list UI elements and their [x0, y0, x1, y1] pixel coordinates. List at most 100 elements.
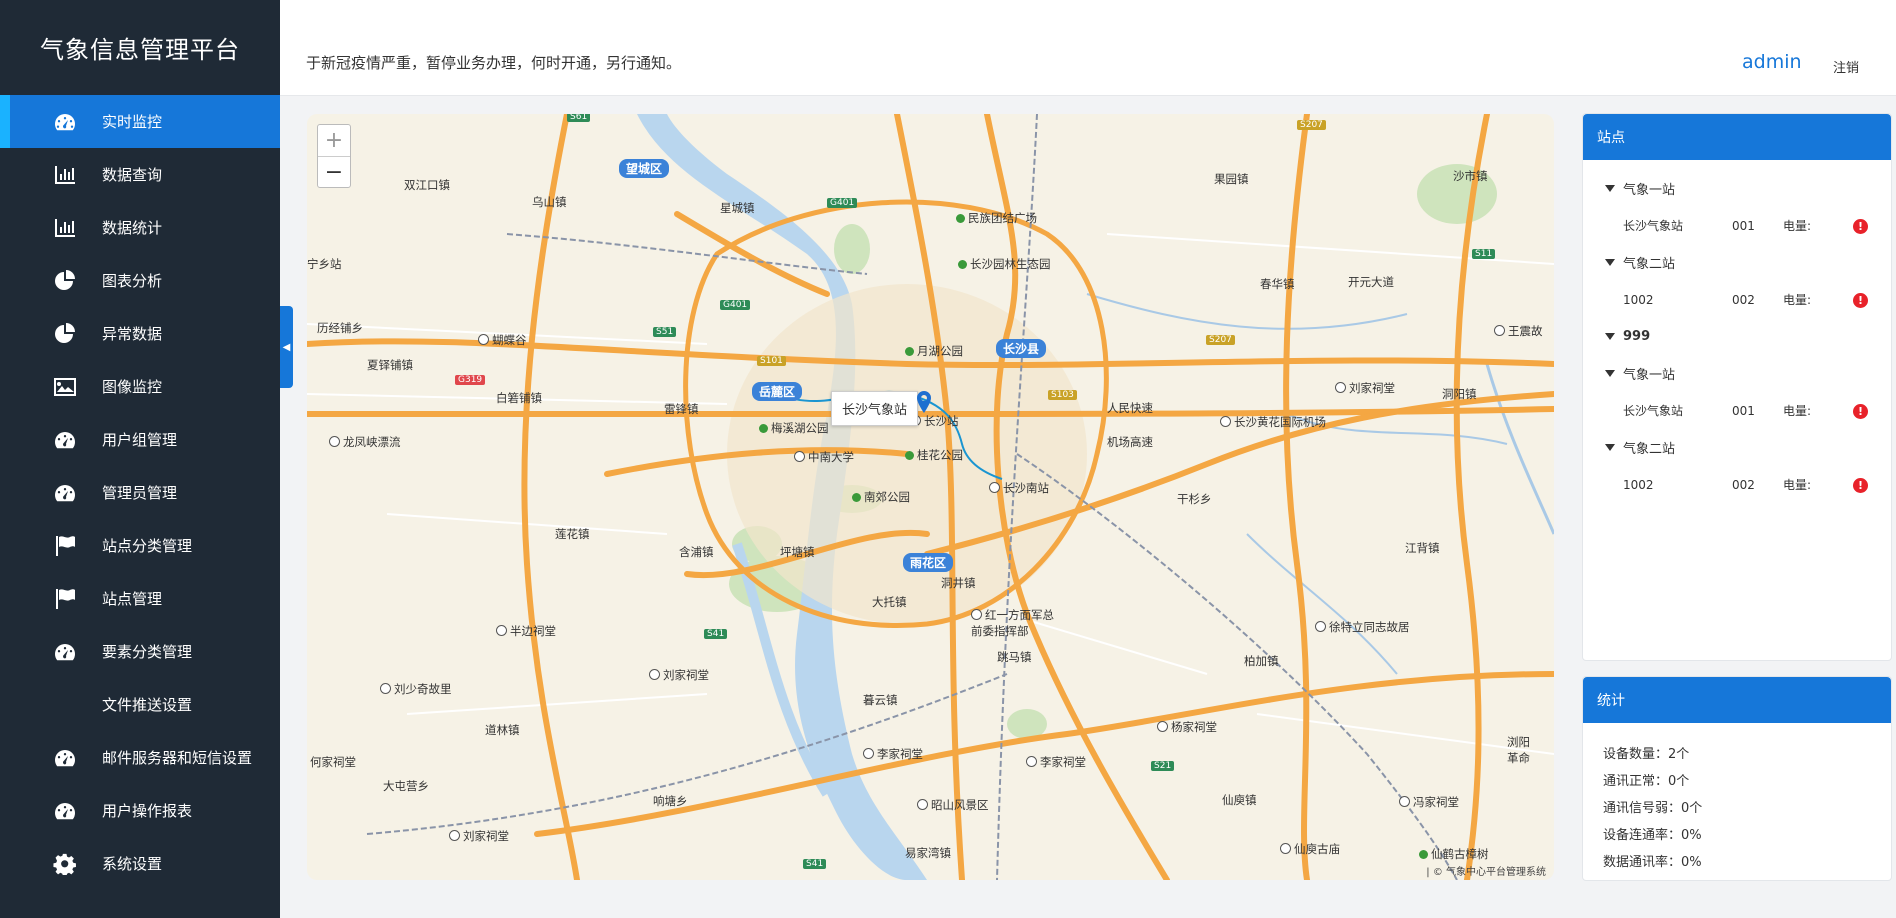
map-label-poi: 刘家祠堂 [649, 667, 709, 683]
tree-group-label: 气象二站 [1623, 442, 1676, 457]
map-label-park: 仙鹤古樟树 [1419, 846, 1489, 862]
map-label: 白箬铺镇 [496, 391, 542, 405]
map-label-poi: 昭山风景区 [917, 797, 989, 813]
tree-leaf-station[interactable]: 1002 002 电量: ! [1583, 466, 1891, 503]
caret-left-icon: ◀ [282, 341, 291, 353]
map-label: 柏加镇 [1244, 654, 1279, 668]
sidebar-item-chart-analysis[interactable]: 图表分析 [0, 254, 280, 307]
map-base-layer [307, 114, 1554, 880]
map-label-district: 岳麓区 [752, 382, 803, 401]
tree-leaf-station[interactable]: 1002 002 电量: ! [1583, 281, 1891, 318]
sidebar-item-label: 图表分析 [102, 272, 163, 290]
map-label: 历经铺乡 [317, 321, 363, 335]
road-shield: G319 [455, 375, 486, 385]
sidebar-item-admin[interactable]: 管理员管理 [0, 466, 280, 519]
map-label-poi: 中南大学 [794, 449, 854, 465]
sidebar-item-label: 系统设置 [102, 855, 163, 873]
sidebar-item-user-report[interactable]: 用户操作报表 [0, 784, 280, 837]
map-label-district: 望城区 [619, 159, 670, 178]
notice-text: 于新冠疫情严重，暂停业务办理，何时开通，另行通知。 [306, 54, 682, 72]
map-label: 暮云镇 [863, 693, 898, 707]
map-label-poi: 仙庾古庙 [1280, 841, 1340, 857]
dashboard-icon [52, 429, 78, 451]
road-shield: S61 [567, 114, 591, 122]
map-label-district: 长沙县 [996, 339, 1047, 358]
map-label-poi: 刘家祠堂 [449, 828, 509, 844]
road-shield: S21 [1151, 761, 1175, 771]
sidebar-item-data-query[interactable]: 数据查询 [0, 148, 280, 201]
stations-panel-title: 站点 [1583, 114, 1891, 160]
map-label: 双江口镇 [404, 178, 450, 192]
tree-leaf-station[interactable]: 长沙气象站 001 电量: ! [1583, 392, 1891, 429]
station-power: 电量: [1783, 404, 1812, 418]
user-name-link[interactable]: admin [1742, 51, 1802, 73]
map-label: 开元大道 [1348, 275, 1394, 289]
map-label: 乌山镇 [532, 195, 567, 209]
station-code: 002 [1732, 477, 1755, 492]
sidebar-item-station[interactable]: 站点管理 [0, 572, 280, 625]
map-label-poi: 王震故 [1494, 323, 1543, 339]
pie-chart-icon [52, 322, 78, 345]
station-power: 电量: [1783, 219, 1812, 233]
sidebar-item-file-push[interactable]: 文件推送设置 [0, 678, 280, 731]
map-label-poi: 李家祠堂 [863, 746, 923, 762]
zoom-in-button[interactable]: + [318, 125, 350, 156]
top-header: 于新冠疫情严重，暂停业务办理，何时开通，另行通知。 admin 注销 [280, 0, 1896, 96]
stat-device-count: 设备数量：2个 [1603, 747, 1690, 762]
sidebar-item-label: 用户操作报表 [102, 802, 193, 820]
stat-comm-normal: 通讯正常：0个 [1603, 774, 1690, 789]
sidebar-item-label: 邮件服务器和短信设置 [102, 749, 253, 767]
stat-comm-weak: 通讯信号弱：0个 [1603, 801, 1703, 816]
sidebar-item-label: 管理员管理 [102, 484, 178, 502]
stat-connect-rate: 设备连通率：0% [1603, 828, 1702, 843]
station-power: 电量: [1783, 293, 1812, 307]
station-code: 001 [1732, 403, 1755, 418]
zoom-out-button[interactable]: − [318, 156, 350, 187]
sidebar-item-image-monitor[interactable]: 图像监控 [0, 360, 280, 413]
alert-icon: ! [1853, 293, 1868, 308]
map-label-poi: 半边祠堂 [496, 623, 556, 639]
app-title: 气象信息管理平台 [40, 36, 240, 64]
sidebar-item-user-group[interactable]: 用户组管理 [0, 413, 280, 466]
sidebar-item-station-category[interactable]: 站点分类管理 [0, 519, 280, 572]
tree-group[interactable]: 气象二站 [1583, 429, 1891, 466]
tree-group[interactable]: 999 [1583, 318, 1891, 355]
tree-leaf-station[interactable]: 长沙气象站 001 电量: ! [1583, 207, 1891, 244]
flag-icon [52, 588, 78, 610]
caret-down-icon [1605, 444, 1615, 451]
station-name: 长沙气象站 [1623, 404, 1684, 418]
map-label: 洞阳镇 [1442, 387, 1477, 401]
map-label-park: 桂花公园 [905, 447, 963, 463]
sidebar-item-system-settings[interactable]: 系统设置 [0, 837, 280, 890]
map-label-poi: 长沙南站 [989, 480, 1049, 496]
tree-group-label: 气象一站 [1623, 183, 1676, 198]
map-view[interactable]: + − S61 G401 S51 G401 S101 G319 S103 S20… [307, 114, 1554, 880]
station-power: 电量: [1783, 478, 1812, 492]
map-label: 机场高速 [1107, 435, 1153, 449]
caret-down-icon [1605, 185, 1615, 192]
road-shield: S11 [1472, 249, 1496, 259]
map-copyright: | © 气象中心平台管理系统 [1426, 867, 1546, 878]
sidebar-collapse-handle[interactable]: ◀ [280, 306, 293, 388]
map-pin-icon[interactable] [917, 391, 931, 413]
station-code: 002 [1732, 292, 1755, 307]
map-label: 含浦镇 [679, 545, 714, 559]
map-label-poi: 徐特立同志故居 [1315, 619, 1410, 635]
sidebar-item-label: 数据查询 [102, 166, 163, 184]
tree-group[interactable]: 气象一站 [1583, 355, 1891, 392]
tree-group[interactable]: 气象二站 [1583, 244, 1891, 281]
map-label: 跳马镇 [997, 650, 1032, 664]
sidebar-item-label: 用户组管理 [102, 431, 178, 449]
tree-group[interactable]: 气象一站 [1583, 170, 1891, 207]
logout-link[interactable]: 注销 [1833, 57, 1859, 76]
sidebar-item-data-stats[interactable]: 数据统计 [0, 201, 280, 254]
sidebar-item-abnormal-data[interactable]: 异常数据 [0, 307, 280, 360]
map-label-poi: 红一方面军总 前委指挥部 [971, 608, 1054, 638]
sidebar-item-mail-sms[interactable]: 邮件服务器和短信设置 [0, 731, 280, 784]
sidebar-item-element-category[interactable]: 要素分类管理 [0, 625, 280, 678]
sidebar-item-realtime[interactable]: 实时监控 [0, 95, 280, 148]
pie-chart-icon [52, 269, 78, 292]
station-marker-label[interactable]: 长沙气象站 [831, 391, 919, 426]
dashboard-icon [52, 482, 78, 504]
stats-panel-title: 统计 [1583, 677, 1891, 723]
